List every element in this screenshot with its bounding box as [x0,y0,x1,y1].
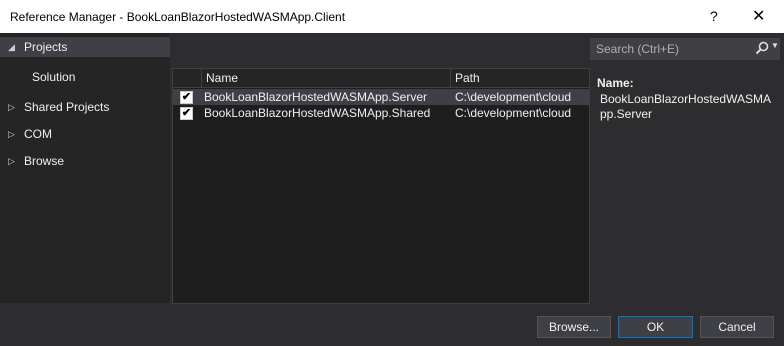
sidebar-item-label: Shared Projects [24,100,110,114]
sidebar-item-label: Browse [24,154,65,168]
sidebar-item-solution[interactable]: Solution [0,67,170,87]
reference-checkbox[interactable]: ✔ [180,91,193,104]
sidebar-item-com[interactable]: ▷ COM [0,124,170,144]
sidebar: ◢ Projects Solution ▷ Shared Projects ▷ … [0,33,170,303]
expand-arrow-icon[interactable]: ◢ [8,37,15,57]
table-header: Name Path [173,69,589,88]
collapse-arrow-icon[interactable]: ▷ [8,151,15,171]
browse-button[interactable]: Browse... [537,316,611,338]
search-placeholder: Search (Ctrl+E) [596,42,680,56]
search-input[interactable]: Search (Ctrl+E) ▼ [590,38,780,60]
help-button[interactable]: ? [710,8,718,24]
cell-name: BookLoanBlazorHostedWASMApp.Server [204,90,427,104]
column-header-name[interactable]: Name [201,69,450,87]
sidebar-item-projects[interactable]: ◢ Projects [0,37,170,57]
chevron-down-icon[interactable]: ▼ [771,41,779,50]
ok-button[interactable]: OK [618,316,693,338]
search-icon[interactable] [755,41,769,58]
collapse-arrow-icon[interactable]: ▷ [8,97,15,117]
sidebar-item-browse[interactable]: ▷ Browse [0,151,170,171]
reference-list: Name Path ✔ BookLoanBlazorHostedWASMApp.… [172,68,590,304]
cell-name: BookLoanBlazorHostedWASMApp.Shared [204,106,431,120]
details-label: Name: [597,76,634,90]
table-row[interactable]: ✔ BookLoanBlazorHostedWASMApp.Server C:\… [173,89,589,105]
close-button[interactable]: ✕ [752,6,765,26]
reference-checkbox[interactable]: ✔ [180,107,193,120]
checkmark-icon: ✔ [181,107,192,119]
checkmark-icon: ✔ [181,91,192,103]
window-title: Reference Manager - BookLoanBlazorHosted… [10,10,346,24]
details-value: BookLoanBlazorHostedWASMApp.Server [600,92,771,121]
sidebar-item-label: Projects [24,40,68,54]
reference-manager-dialog: ◢ Projects Solution ▷ Shared Projects ▷ … [0,33,784,346]
sidebar-item-label: COM [24,127,52,141]
title-bar: Reference Manager - BookLoanBlazorHosted… [0,0,784,33]
sidebar-item-label: Solution [32,70,76,84]
column-header-path[interactable]: Path [450,69,589,87]
cell-path: C:\development\cloud [455,90,572,104]
table-row[interactable]: ✔ BookLoanBlazorHostedWASMApp.Shared C:\… [173,105,589,121]
cancel-button[interactable]: Cancel [700,316,774,338]
sidebar-item-shared-projects[interactable]: ▷ Shared Projects [0,97,170,117]
details-panel: Name: BookLoanBlazorHostedWASMApp.Server [597,76,777,122]
collapse-arrow-icon[interactable]: ▷ [8,124,15,144]
cell-path: C:\development\cloud [455,106,572,120]
